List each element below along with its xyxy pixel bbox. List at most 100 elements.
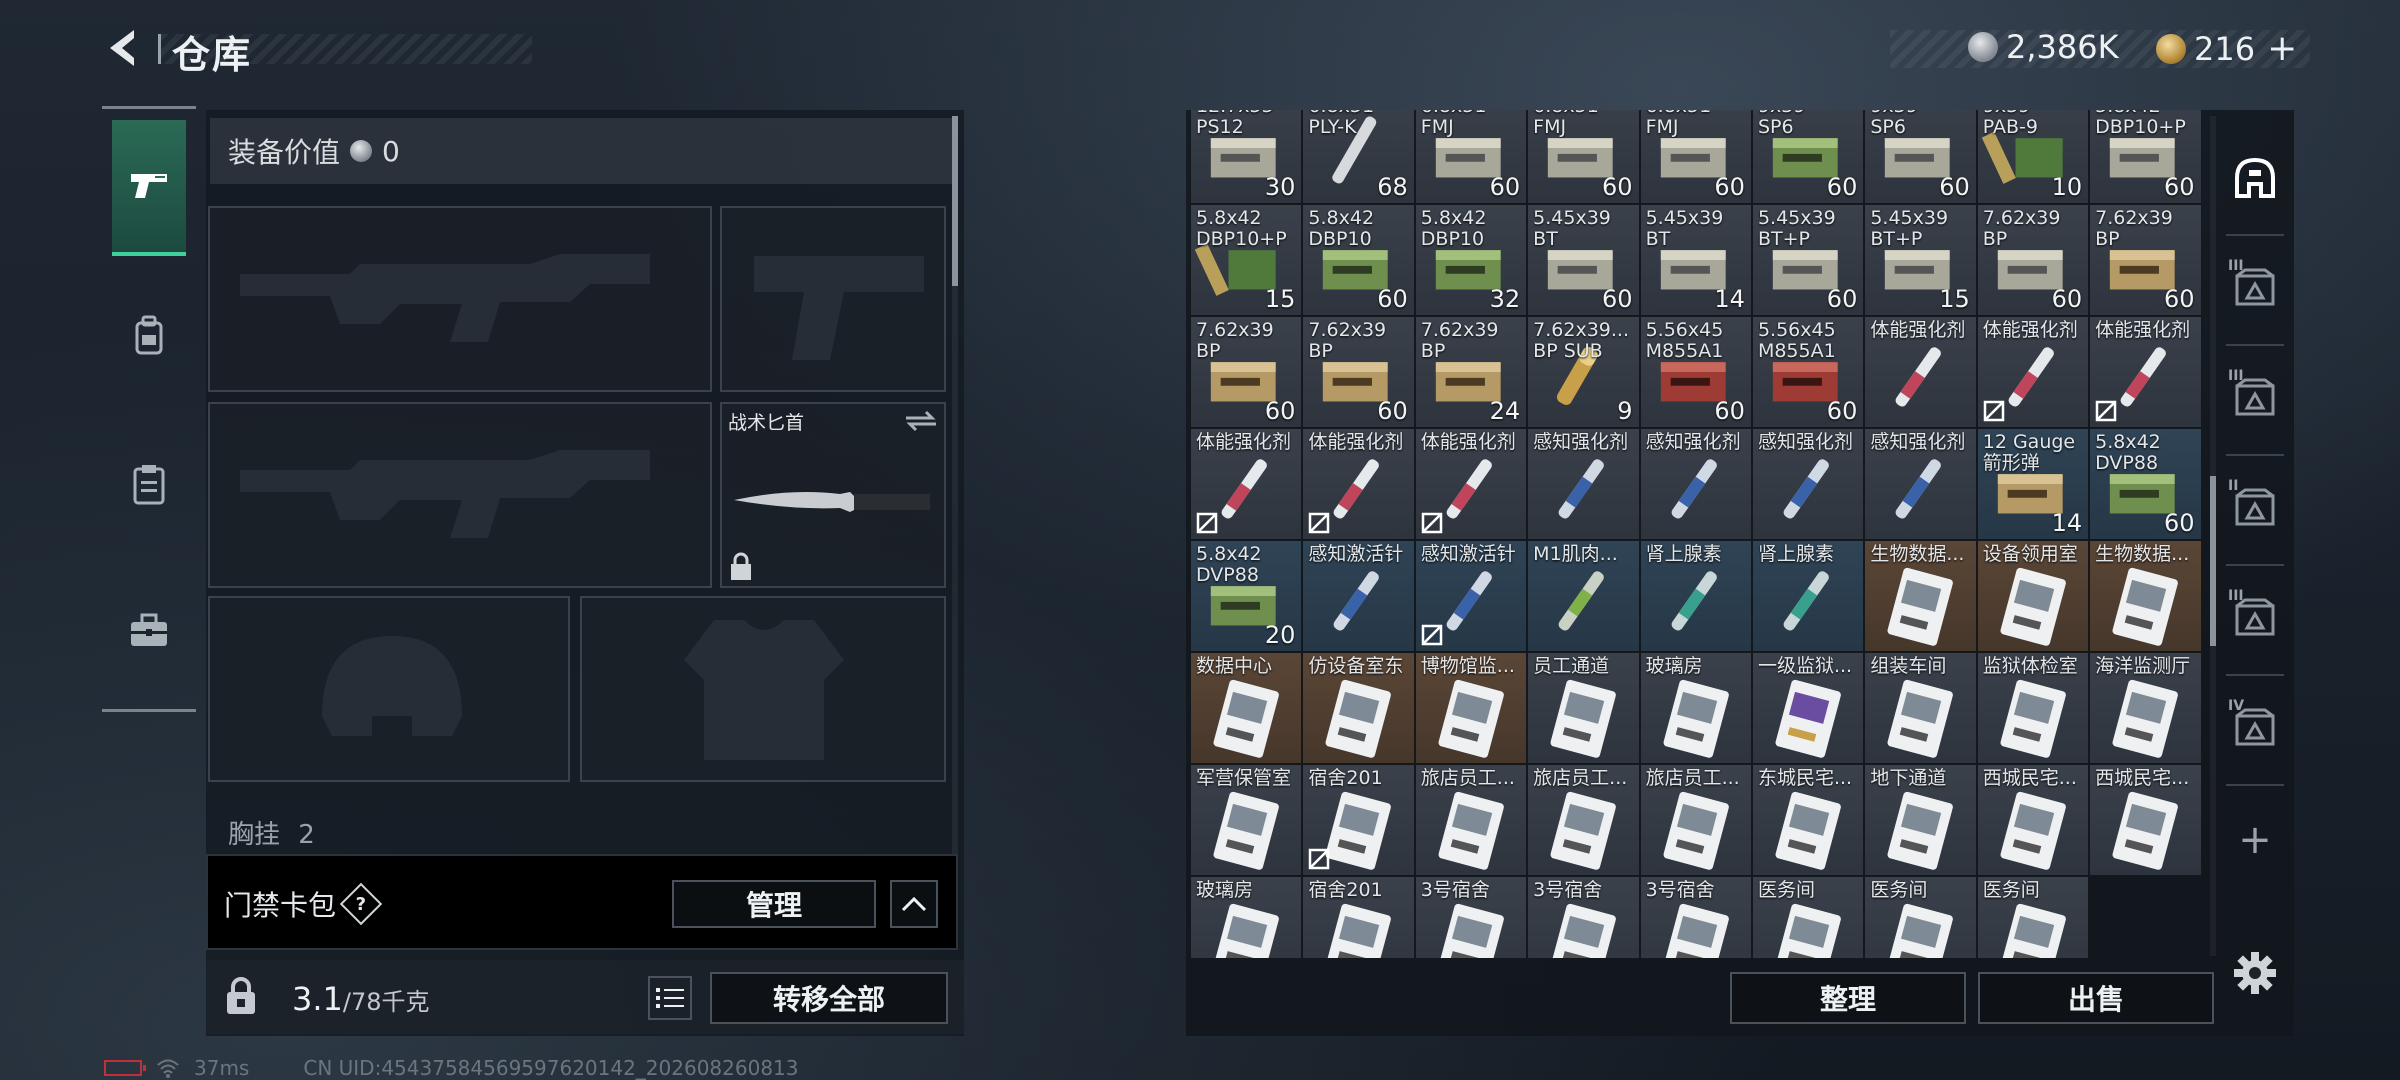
inventory-cell[interactable]: 地下通道: [1864, 764, 1977, 876]
manage-button[interactable]: 管理: [672, 880, 876, 928]
inventory-cell[interactable]: 医务间: [1976, 876, 2090, 958]
inventory-cell[interactable]: 3号宿舍: [1414, 876, 1528, 958]
inventory-cell[interactable]: 体能强化剂: [1302, 428, 1415, 540]
nav-tasks[interactable]: [112, 416, 186, 552]
storage-tab-6[interactable]: IV: [2222, 684, 2288, 776]
inventory-cell[interactable]: 数据中心: [1190, 652, 1303, 764]
inventory-cell[interactable]: 医务间: [1864, 876, 1977, 958]
inventory-cell[interactable]: 员工通道: [1527, 652, 1640, 764]
storage-tab-5[interactable]: III: [2222, 574, 2288, 666]
inventory-cell[interactable]: 12.7x55 PS12 30: [1190, 110, 1303, 204]
inventory-cell[interactable]: 旅店员工...: [1414, 764, 1528, 876]
inventory-cell[interactable]: 6.8x51 FMJ 60: [1527, 110, 1640, 204]
inventory-cell[interactable]: 7.62x39 BP 60: [1302, 316, 1415, 428]
inventory-cell[interactable]: 7.62x39 BP 60: [1190, 316, 1303, 428]
inventory-cell[interactable]: 组装车间: [1864, 652, 1977, 764]
inventory-cell[interactable]: 7.62x39 BP 24: [1414, 316, 1528, 428]
secondary-weapon-slot[interactable]: [720, 206, 946, 392]
swap-icon[interactable]: [904, 410, 938, 432]
gear-icon[interactable]: [2232, 950, 2278, 996]
inventory-cell[interactable]: 感知强化剂: [1527, 428, 1640, 540]
inventory-cell[interactable]: 5.8x42 DBP10+P 60: [2089, 110, 2202, 204]
storage-tab-1[interactable]: [2222, 134, 2288, 226]
armor-slot[interactable]: [580, 596, 946, 782]
inventory-cell[interactable]: 宿舍201: [1302, 764, 1415, 876]
list-view-button[interactable]: [648, 976, 692, 1020]
nav-backpack[interactable]: [112, 268, 186, 404]
collapse-button[interactable]: [890, 880, 938, 928]
primary-weapon-slot[interactable]: [208, 206, 712, 392]
back-arrow-icon[interactable]: [100, 24, 148, 72]
inventory-cell[interactable]: 东城民宅...: [1751, 764, 1865, 876]
inventory-cell[interactable]: 12 Gauge 箭形弹 14: [1976, 428, 2090, 540]
inventory-cell[interactable]: 5.8x42 DBP10 32: [1414, 204, 1528, 316]
inventory-cell[interactable]: 设备领用室: [1976, 540, 2090, 652]
nav-weapons[interactable]: [112, 120, 186, 256]
inventory-cell[interactable]: 体能强化剂: [1864, 316, 1977, 428]
inventory-cell[interactable]: 肾上腺素: [1639, 540, 1752, 652]
inventory-cell[interactable]: 6.8x51 FMJ 60: [1639, 110, 1752, 204]
inventory-cell[interactable]: M1肌肉...: [1527, 540, 1640, 652]
inventory-cell[interactable]: 5.56x45 M855A1 60: [1751, 316, 1865, 428]
inventory-cell[interactable]: 旅店员工...: [1527, 764, 1640, 876]
inventory-cell[interactable]: 体能强化剂: [1976, 316, 2090, 428]
inventory-cell[interactable]: 感知激活针: [1302, 540, 1415, 652]
inventory-cell[interactable]: 生物数据...: [1864, 540, 1977, 652]
help-icon[interactable]: ?: [339, 882, 383, 926]
inventory-cell[interactable]: 3号宿舍: [1639, 876, 1752, 958]
storage-tab-2[interactable]: III: [2222, 244, 2288, 336]
inventory-cell[interactable]: 9x39 PAB-9 10: [1976, 110, 2090, 204]
inventory-cell[interactable]: 玻璃房: [1190, 876, 1303, 958]
add-currency-button[interactable]: +: [2267, 28, 2297, 69]
inventory-cell[interactable]: 博物馆监...: [1414, 652, 1528, 764]
inventory-cell[interactable]: 体能强化剂: [1414, 428, 1528, 540]
inventory-cell[interactable]: 宿舍201: [1302, 876, 1415, 958]
inventory-cell[interactable]: 7.62x39... BP SUB 9: [1527, 316, 1640, 428]
inventory-cell[interactable]: 西城民宅...: [1976, 764, 2090, 876]
inventory-scroll-thumb[interactable]: [2210, 476, 2216, 646]
inventory-cell[interactable]: 感知强化剂: [1864, 428, 1977, 540]
inventory-cell[interactable]: 医务间: [1751, 876, 1865, 958]
inventory-cell[interactable]: 9x39 SP6 60: [1751, 110, 1865, 204]
inventory-cell[interactable]: 5.45x39 BT 60: [1527, 204, 1640, 316]
inventory-cell[interactable]: 一级监狱...: [1751, 652, 1865, 764]
add-storage-button[interactable]: +: [2222, 794, 2288, 886]
inventory-cell[interactable]: 体能强化剂: [2089, 316, 2202, 428]
helmet-slot[interactable]: [208, 596, 570, 782]
inventory-cell[interactable]: 7.62x39 BP 60: [2089, 204, 2202, 316]
inventory-cell[interactable]: 感知强化剂: [1639, 428, 1752, 540]
inventory-cell[interactable]: 军营保管室: [1190, 764, 1303, 876]
inventory-cell[interactable]: 5.8x42 DBP10+P 15: [1190, 204, 1303, 316]
inventory-cell[interactable]: 5.56x45 M855A1 60: [1639, 316, 1752, 428]
inventory-cell[interactable]: 5.8x42 DBP10 60: [1302, 204, 1415, 316]
inventory-cell[interactable]: 5.45x39 BT+P 15: [1864, 204, 1977, 316]
inventory-cell[interactable]: 监狱体检室: [1976, 652, 2090, 764]
inventory-cell[interactable]: 感知强化剂: [1751, 428, 1865, 540]
sell-button[interactable]: 出售: [1978, 972, 2214, 1024]
transfer-all-button[interactable]: 转移全部: [710, 972, 948, 1024]
currency-gold[interactable]: 216 +: [2156, 28, 2297, 69]
inventory-cell[interactable]: 5.8x42 DVP88 20: [1190, 540, 1303, 652]
knife-slot[interactable]: 战术匕首: [720, 402, 946, 588]
inventory-cell[interactable]: 玻璃房: [1639, 652, 1752, 764]
inventory-cell[interactable]: 生物数据...: [2089, 540, 2202, 652]
equipment-scroll-thumb[interactable]: [952, 116, 958, 286]
inventory-cell[interactable]: 6.8x51 PLY-K 68: [1302, 110, 1415, 204]
inventory-cell[interactable]: 5.45x39 BT 14: [1639, 204, 1752, 316]
inventory-cell[interactable]: 7.62x39 BP 60: [1976, 204, 2090, 316]
inventory-cell[interactable]: 西城民宅...: [2089, 764, 2202, 876]
storage-tab-4[interactable]: II: [2222, 464, 2288, 556]
inventory-cell[interactable]: 体能强化剂: [1190, 428, 1303, 540]
inventory-cell[interactable]: 3号宿舍: [1527, 876, 1640, 958]
nav-toolbox[interactable]: [112, 562, 186, 698]
inventory-cell[interactable]: 感知激活针: [1414, 540, 1528, 652]
inventory-cell[interactable]: 5.45x39 BT+P 60: [1751, 204, 1865, 316]
inventory-cell[interactable]: 6.8x51 FMJ 60: [1414, 110, 1528, 204]
inventory-cell[interactable]: 5.8x42 DVP88 60: [2089, 428, 2202, 540]
tertiary-weapon-slot[interactable]: [208, 402, 712, 588]
storage-tab-3[interactable]: III: [2222, 354, 2288, 446]
sort-button[interactable]: 整理: [1730, 972, 1966, 1024]
inventory-cell[interactable]: 旅店员工...: [1639, 764, 1752, 876]
inventory-cell[interactable]: 9x39 SP6 60: [1864, 110, 1977, 204]
inventory-cell[interactable]: 海洋监测厅: [2089, 652, 2202, 764]
